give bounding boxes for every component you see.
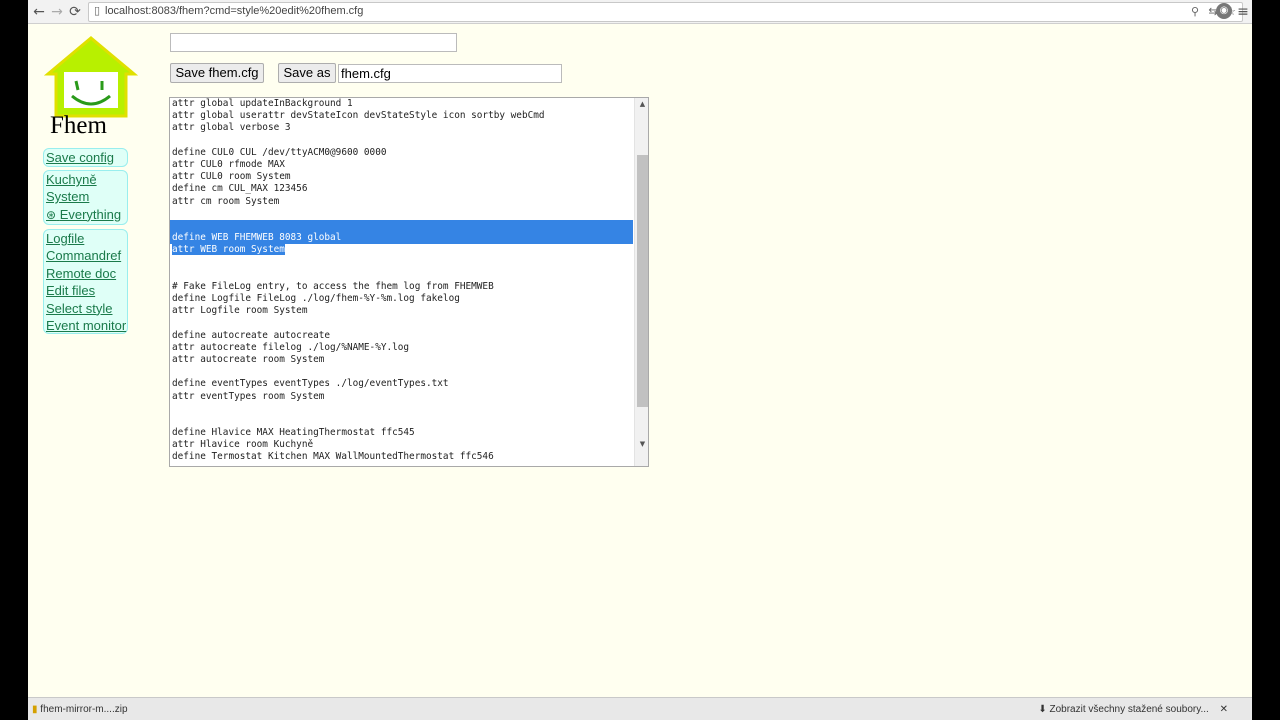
- config-line: attr global userattr devStateIcon devSta…: [172, 110, 545, 122]
- download-filename: fhem-mirror-m....zip: [40, 704, 128, 715]
- room-kuchyne-link[interactable]: Kuchyně: [44, 171, 127, 188]
- config-line: attr Hlavice room Kuchyně: [172, 439, 314, 451]
- config-line: define CUL0 CUL /dev/ttyACM0@9600 0000: [172, 146, 387, 158]
- config-line: [170, 135, 633, 147]
- config-editor-textarea[interactable]: attr global updateInBackground 1 attr glo…: [169, 97, 649, 467]
- config-line: attr cm room System: [172, 195, 280, 207]
- extension-icon[interactable]: ◉: [1216, 3, 1232, 19]
- config-line: [170, 208, 633, 220]
- everything-icon: ⊛: [46, 207, 57, 222]
- select-style-link[interactable]: Select style: [44, 300, 127, 317]
- remote-doc-link[interactable]: Remote doc: [44, 265, 127, 282]
- menu-block-save: Save config: [43, 148, 128, 167]
- scroll-up-icon[interactable]: ▲: [635, 98, 648, 110]
- browser-toolbar: ← → ⟳ ▯ localhost:8083/fhem?cmd=style%20…: [28, 0, 1252, 24]
- save-as-button[interactable]: Save as: [278, 63, 336, 83]
- config-line: attr global updateInBackground 1: [172, 98, 353, 109]
- config-line: define eventTypes eventTypes ./log/event…: [172, 378, 449, 390]
- browser-window: ← → ⟳ ▯ localhost:8083/fhem?cmd=style%20…: [28, 0, 1252, 720]
- edit-files-link[interactable]: Edit files: [44, 282, 127, 299]
- scroll-down-icon[interactable]: ▼: [635, 438, 648, 450]
- config-line: attr eventTypes room System: [172, 390, 325, 402]
- config-line: define cm CUL_MAX 123456: [172, 183, 308, 195]
- config-line: [170, 317, 633, 329]
- command-input[interactable]: [170, 33, 457, 52]
- show-all-downloads-link[interactable]: ⬇ Zobrazit všechny stažené soubory... ✕: [1038, 701, 1228, 719]
- logo-text: Fhem: [50, 112, 107, 139]
- config-code: attr global updateInBackground 1 attr glo…: [170, 98, 633, 464]
- config-line: define autocreate autocreate: [172, 329, 331, 341]
- zoom-icon[interactable]: ⚲: [1188, 5, 1202, 19]
- forward-arrow-icon[interactable]: →: [48, 3, 66, 21]
- config-line: define Termostat Kitchen MAX WallMounted…: [172, 451, 494, 463]
- save-config-link[interactable]: Save config: [44, 149, 127, 166]
- event-monitor-link[interactable]: Event monitor: [44, 317, 127, 334]
- page-icon: ▯: [93, 4, 101, 17]
- save-file-button[interactable]: Save fhem.cfg: [170, 63, 264, 83]
- save-as-filename-input[interactable]: fhem.cfg: [338, 64, 562, 83]
- download-item[interactable]: ▮ fhem-mirror-m....zip: [32, 701, 162, 719]
- menu-block-rooms: Kuchyně System ⊛ Everything: [43, 170, 128, 225]
- config-line: [170, 366, 633, 378]
- config-line: attr CUL0 room System: [172, 171, 291, 183]
- config-line: [170, 256, 633, 268]
- menu-icon[interactable]: ≡: [1234, 3, 1252, 21]
- config-line: [170, 415, 633, 427]
- show-all-downloads-label: Zobrazit všechny stažené soubory...: [1049, 704, 1209, 715]
- editor-scrollbar[interactable]: ▲ ▼: [634, 98, 648, 466]
- address-bar[interactable]: ▯ localhost:8083/fhem?cmd=style%20edit%2…: [88, 2, 1243, 22]
- close-download-bar-icon[interactable]: ✕: [1220, 704, 1228, 715]
- config-line: # Fake FileLog entry, to access the fhem…: [172, 280, 494, 292]
- download-bar: ▮ fhem-mirror-m....zip ⬇ Zobrazit všechn…: [28, 697, 1252, 720]
- config-line: [170, 403, 633, 415]
- config-line: attr Logfile room System: [172, 305, 308, 317]
- config-line: [170, 269, 633, 281]
- config-line: attr autocreate filelog ./log/%NAME-%Y.l…: [172, 341, 410, 353]
- config-line: attr CUL0 rfmode MAX: [172, 158, 285, 170]
- editor-scroll-thumb[interactable]: [637, 155, 648, 407]
- reload-icon[interactable]: ⟳: [66, 3, 84, 21]
- config-line: define WEB FHEMWEB 8083 global: [170, 232, 633, 245]
- logfile-link[interactable]: Logfile: [44, 230, 127, 247]
- download-file-icon: ▮: [32, 704, 38, 715]
- config-line: attr WEB room System: [172, 244, 285, 256]
- back-arrow-icon[interactable]: ←: [30, 3, 48, 21]
- config-line: define Logfile FileLog ./log/fhem-%Y-%m.…: [172, 293, 460, 304]
- room-system-link[interactable]: System: [44, 188, 127, 205]
- everything-label: Everything: [59, 206, 122, 222]
- room-everything-link[interactable]: ⊛ Everything: [44, 206, 127, 223]
- config-line: attr global verbose 3: [172, 122, 291, 134]
- url-text: localhost:8083/fhem?cmd=style%20edit%20f…: [105, 5, 364, 17]
- config-line: [170, 219, 633, 233]
- download-arrow-icon: ⬇: [1038, 704, 1047, 715]
- config-line: attr autocreate room System: [172, 353, 325, 365]
- commandref-link[interactable]: Commandref: [44, 247, 127, 264]
- menu-block-tools: Logfile Commandref Remote doc Edit files…: [43, 229, 128, 334]
- config-line: define Hlavice MAX HeatingThermostat ffc…: [172, 427, 415, 439]
